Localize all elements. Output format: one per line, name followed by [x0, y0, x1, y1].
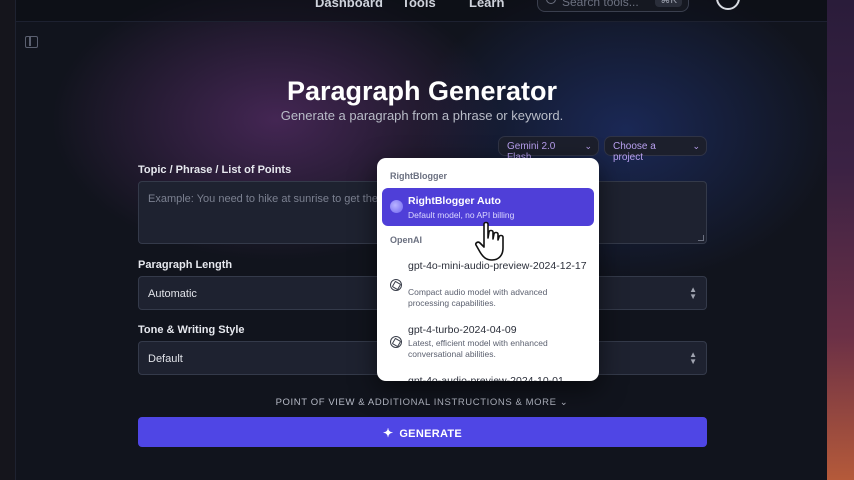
top-nav: Dashboard Tools Learn Search tools... ⌘K: [16, 0, 828, 22]
chevron-down-icon: ⌄: [692, 141, 700, 151]
nav-tools[interactable]: Tools: [402, 0, 436, 10]
tone-label: Tone & Writing Style: [138, 324, 245, 336]
model-option-gpt-4-turbo[interactable]: gpt-4-turbo-2024-04-09 Latest, efficient…: [390, 324, 590, 364]
left-edge: [0, 0, 15, 480]
model-option-name: gpt-4-turbo-2024-04-09: [408, 324, 517, 336]
resize-handle-icon[interactable]: [698, 235, 704, 241]
generate-label: GENERATE: [399, 428, 463, 440]
nav-learn[interactable]: Learn: [469, 0, 504, 10]
select-arrows-icon: ▲ ▼: [689, 350, 697, 366]
openai-logo-icon: [390, 336, 402, 348]
sparkle-icon: ✦: [382, 426, 394, 440]
project-selector-button[interactable]: Choose a project ⌄: [604, 136, 707, 163]
page-title: Paragraph Generator: [286, 76, 558, 106]
chevron-down-icon: ⌄: [584, 141, 592, 151]
generate-button[interactable]: ✦ GENERATE: [138, 417, 707, 447]
model-dropdown: RightBlogger RightBlogger Auto Default m…: [377, 158, 599, 381]
topic-placeholder: Example: You need to hike at sunrise to …: [148, 193, 391, 205]
desktop-background-edge: [827, 0, 854, 480]
topic-label: Topic / Phrase / List of Points: [138, 164, 292, 176]
model-option-cut-off[interactable]: gpt-4o-audio-preview-2024-10-01: [408, 375, 564, 381]
model-option-desc: Default model, no API billing: [408, 210, 515, 220]
model-option-name: RightBlogger Auto: [408, 195, 501, 207]
model-selector-button[interactable]: Gemini 2.0 Flash ⌄: [498, 136, 599, 163]
model-option-desc: Latest, efficient model with enhanced co…: [408, 338, 548, 359]
sidebar-toggle-icon[interactable]: [25, 36, 38, 48]
search-placeholder: Search tools...: [562, 0, 639, 9]
hand-pointer-cursor-icon: [475, 221, 504, 261]
model-option-gpt-4o-mini-audio[interactable]: gpt-4o-mini-audio-preview-2024-12-17 Com…: [390, 260, 590, 310]
length-label: Paragraph Length: [138, 259, 233, 271]
rightblogger-logo-icon: [390, 200, 403, 213]
length-value: Automatic: [148, 288, 197, 300]
openai-logo-icon: [390, 279, 402, 291]
nav-dashboard[interactable]: Dashboard: [315, 0, 383, 10]
model-option-desc: Compact audio model with advanced proces…: [408, 287, 548, 308]
user-avatar-icon[interactable]: [716, 0, 740, 10]
select-arrows-icon: ▲ ▼: [689, 285, 697, 301]
group-openai: OpenAI: [390, 235, 423, 245]
search-shortcut: ⌘K: [655, 0, 682, 7]
app-window: Dashboard Tools Learn Search tools... ⌘K…: [15, 0, 828, 480]
project-selector-label: Choose a project: [613, 141, 656, 163]
group-rightblogger: RightBlogger: [390, 171, 447, 181]
search-icon: [546, 0, 556, 4]
tone-value: Default: [148, 353, 183, 365]
search-input[interactable]: Search tools... ⌘K: [537, 0, 689, 12]
pov-toggle[interactable]: POINT OF VIEW & ADDITIONAL INSTRUCTIONS …: [16, 397, 828, 408]
page-subtitle: Generate a paragraph from a phrase or ke…: [280, 108, 564, 123]
